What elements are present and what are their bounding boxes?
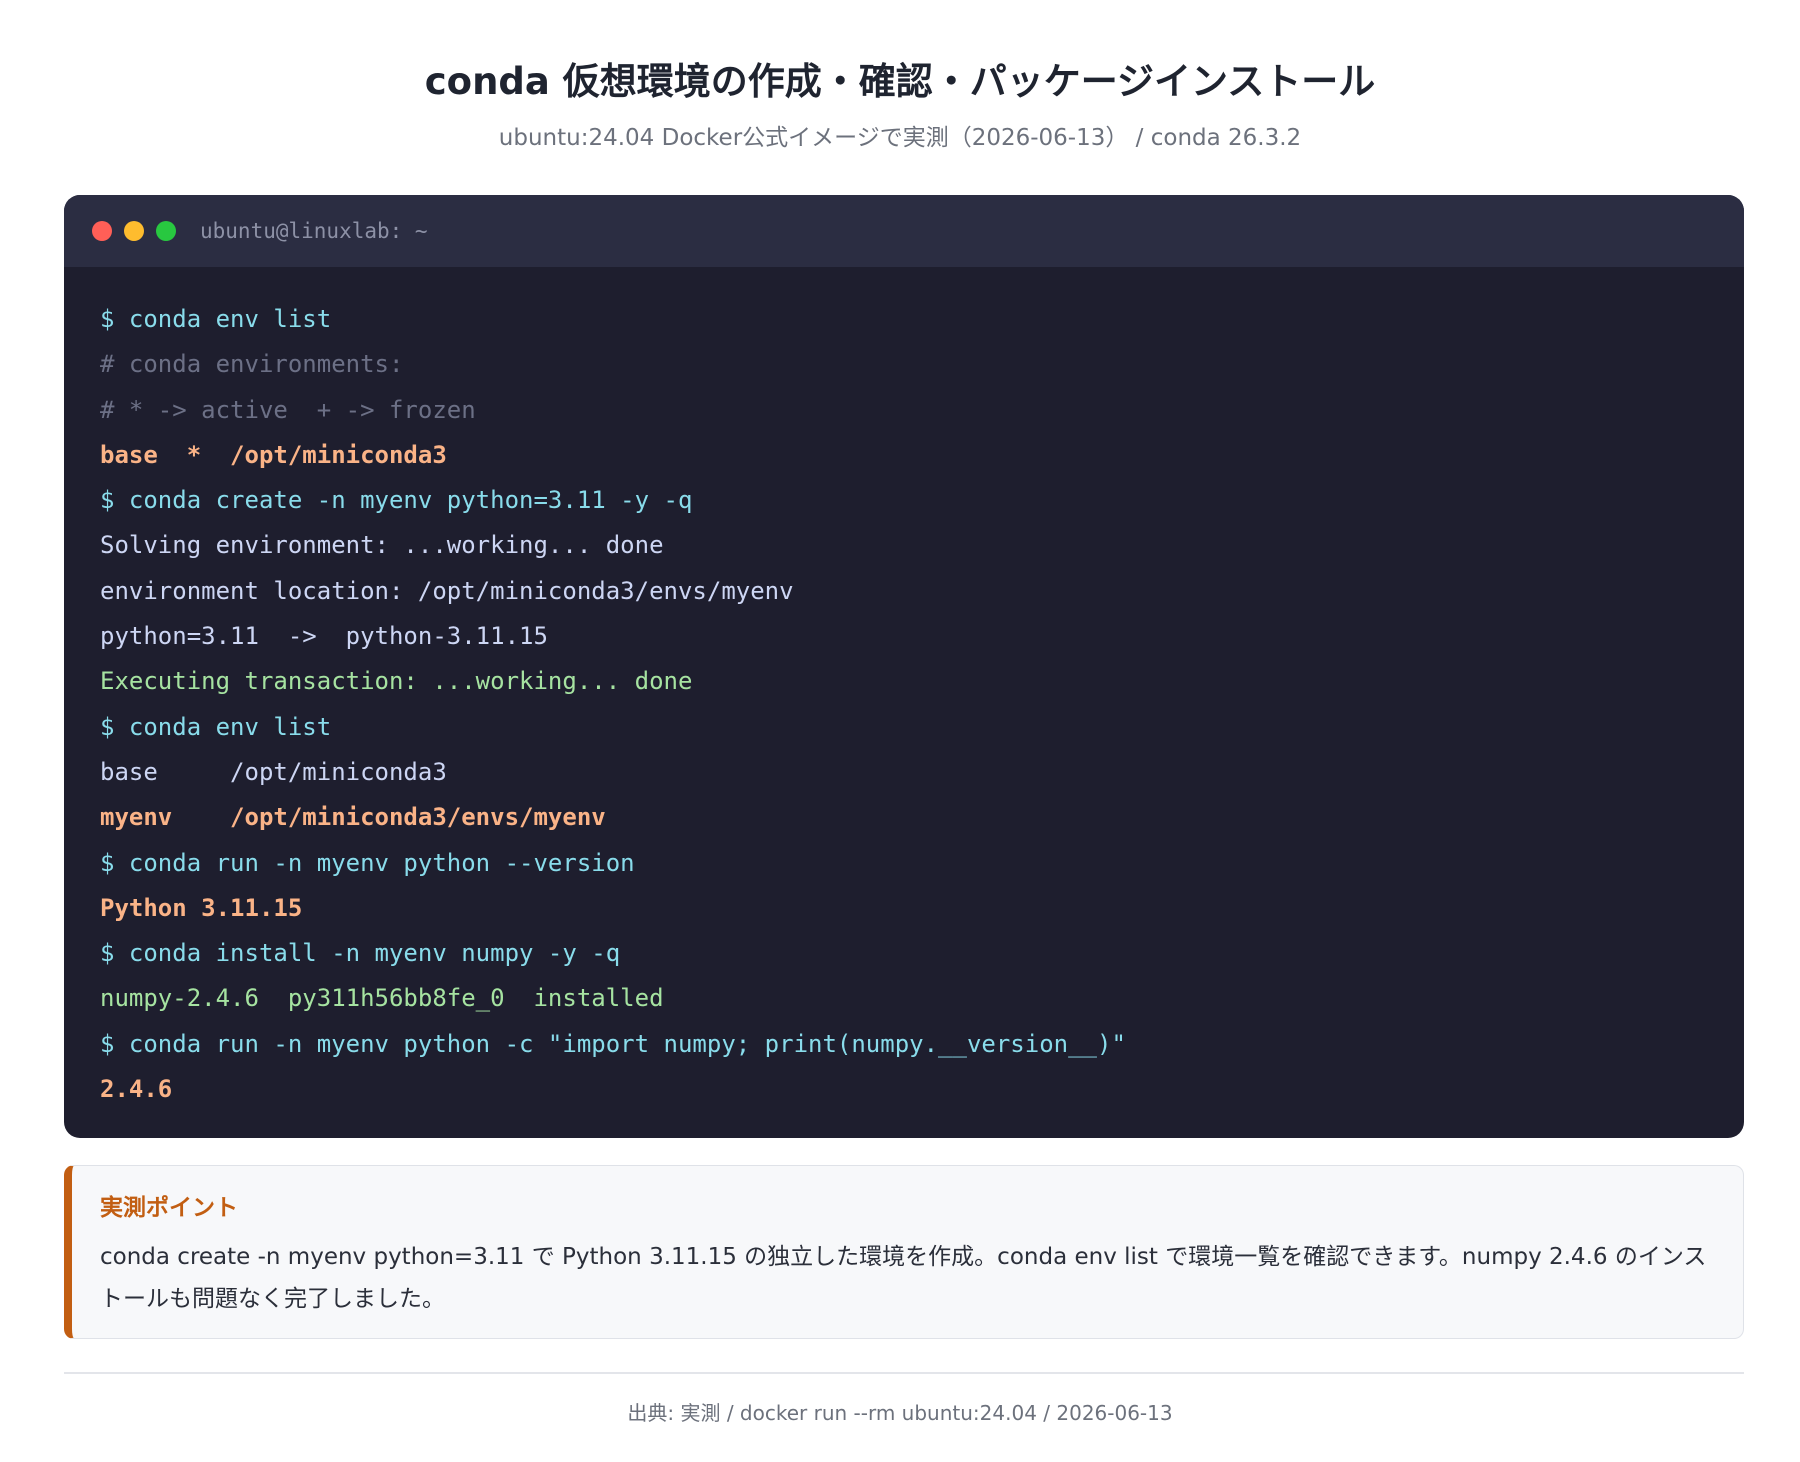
page-title: conda 仮想環境の作成・確認・パッケージインストール	[424, 60, 1376, 103]
callout-text: conda create -n myenv python=3.11 で Pyth…	[100, 1244, 1707, 1312]
terminal-line-comment: # * -> active + -> frozen	[100, 395, 476, 424]
terminal-title-bar: ubuntu@linuxlab: ~	[64, 195, 1744, 267]
terminal-line-cmd: $ conda create -n myenv python=3.11 -y -…	[100, 486, 693, 515]
terminal-line-cmd: $ conda install -n myenv numpy -y -q	[100, 939, 621, 968]
minimize-dot-icon	[124, 221, 144, 241]
terminal-line-hl: myenv /opt/miniconda3/envs/myenv	[100, 803, 606, 832]
terminal-line-hl: base * /opt/miniconda3	[100, 440, 447, 469]
terminal-line-out: base /opt/miniconda3	[100, 757, 447, 786]
page-subtitle: ubuntu:24.04 Docker公式イメージで実測（2026-06-13）…	[498, 125, 1302, 151]
terminal-line-out: environment location: /opt/miniconda3/en…	[100, 576, 794, 605]
terminal-title: ubuntu@linuxlab: ~	[200, 219, 428, 243]
terminal-line-ok: numpy-2.4.6 py311h56bb8fe_0 installed	[100, 984, 664, 1013]
terminal-window: ubuntu@linuxlab: ~ $ conda env list # con…	[64, 195, 1744, 1138]
terminal-line-cmd: $ conda env list	[100, 712, 332, 741]
close-dot-icon	[92, 221, 112, 241]
maximize-dot-icon	[156, 221, 176, 241]
key-point-callout: 実測ポイント conda create -n myenv python=3.11…	[64, 1165, 1744, 1339]
terminal-line-cmd: $ conda run -n myenv python --version	[100, 848, 635, 877]
terminal-line-out: python=3.11 -> python-3.11.15	[100, 622, 548, 651]
terminal-line-hl: 2.4.6	[100, 1075, 173, 1104]
terminal-line-cmd: $ conda env list	[100, 305, 332, 333]
terminal-line-hl: Python 3.11.15	[100, 893, 303, 922]
terminal-output: $ conda env list # conda environments: # *…	[64, 267, 1744, 1112]
source-footer: 出典: 実測 / docker run --rm ubuntu:24.04 / …	[627, 1401, 1173, 1425]
terminal-line-out: Solving environment: ...working... done	[100, 531, 664, 560]
terminal-line-cmd: $ conda run -n myenv python -c "import n…	[100, 1029, 1126, 1058]
footer-divider	[64, 1372, 1744, 1374]
callout-title: 実測ポイント	[100, 1195, 238, 1221]
terminal-line-ok: Executing transaction: ...working... don…	[100, 667, 693, 696]
terminal-line-comment: # conda environments:	[100, 350, 404, 379]
